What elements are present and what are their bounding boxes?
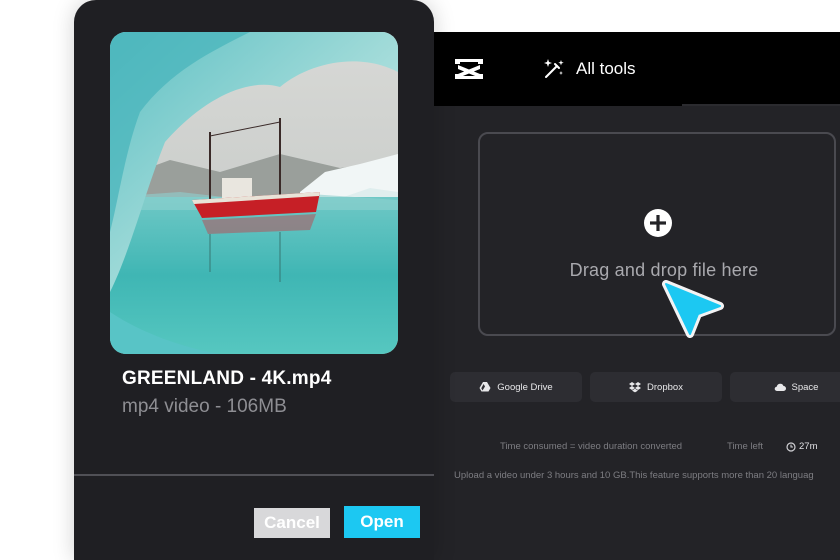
- video-thumbnail: [110, 32, 398, 354]
- time-left-label: Time left: [727, 441, 764, 452]
- space-label: Space: [791, 381, 819, 393]
- space-button[interactable]: Space: [730, 372, 840, 402]
- google-drive-label: Google Drive: [497, 381, 553, 393]
- cloud-icon: [774, 383, 786, 392]
- magic-wand-icon: [544, 59, 564, 78]
- dropbox-button[interactable]: Dropbox: [590, 372, 722, 402]
- file-name: GREENLAND - 4K.mp4: [122, 368, 332, 389]
- file-preview-dialog: GREENLAND - 4K.mp4 mp4 video - 106MB Can…: [74, 0, 434, 560]
- topbar-divider: [682, 104, 840, 106]
- dropbox-icon: [629, 382, 642, 393]
- plus-circle-icon[interactable]: [643, 208, 673, 238]
- dialog-divider: [74, 474, 434, 476]
- all-tools-button[interactable]: All tools: [542, 56, 636, 82]
- cancel-button[interactable]: Cancel: [254, 508, 330, 538]
- cursor-pointer-icon: [662, 280, 724, 338]
- dropbox-label: Dropbox: [647, 381, 683, 393]
- clock-icon: [786, 442, 796, 452]
- capcut-logo-icon[interactable]: [452, 54, 486, 84]
- file-meta: mp4 video - 106MB: [122, 396, 287, 417]
- video-thumbnail-boat-iceberg: [110, 32, 398, 354]
- google-drive-button[interactable]: Google Drive: [450, 372, 582, 402]
- google-drive-icon: [479, 382, 491, 392]
- upload-limits-note: Upload a video under 3 hours and 10 GB.T…: [454, 470, 814, 481]
- time-consumed-text: Time consumed = video duration converted: [500, 441, 683, 452]
- all-tools-label: All tools: [576, 59, 636, 78]
- top-bar: All tools: [400, 32, 840, 106]
- time-left-value: 27m: [799, 441, 818, 452]
- open-button[interactable]: Open: [344, 506, 420, 538]
- app-window: All tools Drag and drop file here Google…: [400, 32, 840, 560]
